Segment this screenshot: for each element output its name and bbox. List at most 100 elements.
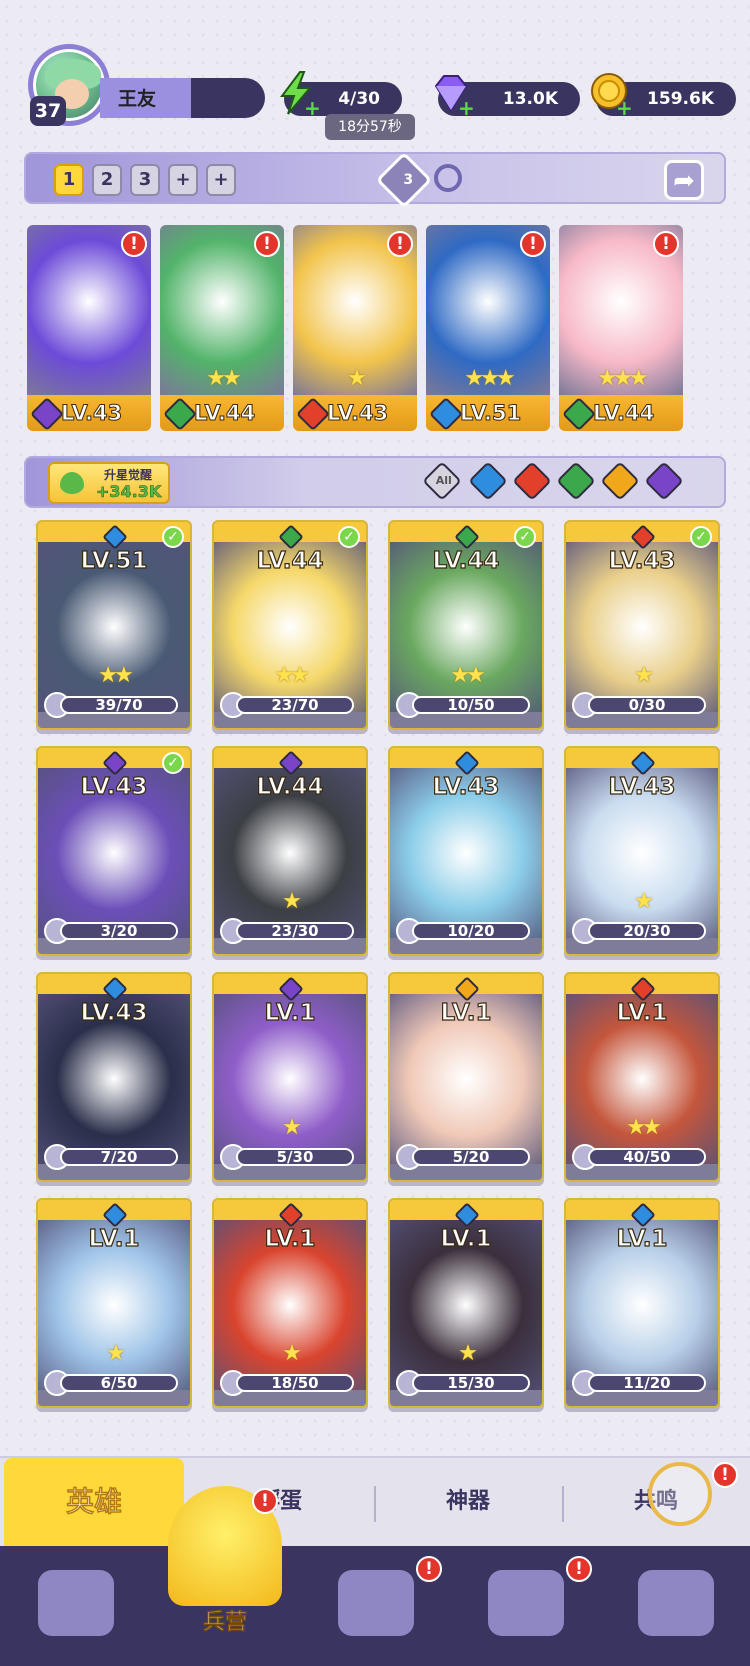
- hero-level: LV.1: [264, 1225, 316, 1252]
- hero-stars: ★: [634, 889, 654, 914]
- gold-resource[interactable]: + 159.6K: [591, 73, 736, 118]
- energy-timer: 18分57秒: [325, 114, 415, 140]
- hero-stars: ★★★: [597, 366, 648, 391]
- share-icon[interactable]: ➦: [664, 160, 704, 200]
- tab-divider: [562, 1486, 564, 1522]
- shard-progress-text: 5/30: [276, 1148, 314, 1166]
- checkmark-icon: ✓: [338, 526, 360, 548]
- shard-progress-text: 10/50: [447, 696, 495, 714]
- hero-level: LV.1: [264, 999, 316, 1026]
- energy-plus-icon[interactable]: +: [304, 98, 321, 118]
- hero-card[interactable]: ✓ LV.44 ★★ 10/50: [388, 520, 544, 730]
- energy-value: 4/30: [338, 89, 380, 109]
- team-gem-count: 3: [403, 172, 414, 188]
- hero-stars: ★★: [206, 366, 241, 391]
- tab-artifacts[interactable]: 神器: [378, 1458, 558, 1546]
- hero-stars: ★: [282, 1341, 302, 1366]
- filter-nature-icon[interactable]: [556, 461, 596, 501]
- hero-card[interactable]: ✓ LV.43 3/20: [36, 746, 192, 956]
- shard-progress-text: 6/50: [100, 1374, 138, 1392]
- filter-all[interactable]: All: [422, 461, 462, 501]
- shard-progress-text: 39/70: [95, 696, 143, 714]
- team-tab-add-1[interactable]: +: [168, 164, 198, 196]
- nav-mushroom[interactable]: [600, 1556, 750, 1656]
- shard-progress-text: 23/30: [271, 922, 319, 940]
- team-gem-badge[interactable]: 3: [375, 151, 433, 209]
- hero-level: LV.44: [592, 401, 655, 426]
- filter-light-icon[interactable]: [600, 461, 640, 501]
- hero-level: LV.43: [80, 773, 148, 800]
- alert-badge: !: [566, 1556, 592, 1582]
- shard-progress-text: 0/30: [628, 696, 666, 714]
- hero-card[interactable]: LV.43 10/20: [388, 746, 544, 956]
- hero-level: LV.43: [608, 773, 676, 800]
- hero-stars: ★: [282, 889, 302, 914]
- checkmark-icon: ✓: [690, 526, 712, 548]
- alert-badge: !: [387, 231, 413, 257]
- energy-resource[interactable]: + 4/30: [280, 71, 402, 118]
- hero-level: LV.43: [326, 401, 389, 426]
- hero-level: LV.1: [616, 999, 668, 1026]
- team-hero-card[interactable]: LV.44 ★★!: [160, 225, 284, 431]
- shard-progress-bar: 23/30: [236, 922, 354, 940]
- sub-tabs: 英雄 孵蛋 神器 共鸣: [0, 1456, 750, 1546]
- nav-barracks[interactable]: 兵营!: [150, 1486, 300, 1635]
- shard-progress-bar: 39/70: [60, 696, 178, 714]
- awaken-button[interactable]: 升星觉醒 +34.3K: [48, 462, 170, 504]
- filter-water-icon[interactable]: [468, 461, 508, 501]
- hero-level: LV.51: [80, 547, 148, 574]
- filter-bar: 升星觉醒 +34.3K All: [24, 456, 726, 508]
- shard-progress-bar: 3/20: [60, 922, 178, 940]
- team-tab-1[interactable]: 1: [54, 164, 84, 196]
- hero-card[interactable]: LV.1 ★ 5/30: [212, 972, 368, 1182]
- hero-card[interactable]: LV.1 ★ 6/50: [36, 1198, 192, 1408]
- shard-progress-bar: 10/20: [412, 922, 530, 940]
- nav-cards[interactable]: [0, 1556, 150, 1656]
- filter-dark-icon[interactable]: [644, 461, 684, 501]
- nav-castle[interactable]: !: [450, 1556, 600, 1656]
- team-tab-2[interactable]: 2: [92, 164, 122, 196]
- hero-stars: ★: [458, 1341, 478, 1366]
- hero-card[interactable]: LV.1 ★★ 40/50: [564, 972, 720, 1182]
- hero-card[interactable]: LV.44 ★ 23/30: [212, 746, 368, 956]
- team-tab-3[interactable]: 3: [130, 164, 160, 196]
- hero-stars: ★★: [274, 663, 309, 688]
- hero-card[interactable]: LV.1 5/20: [388, 972, 544, 1182]
- gem-resource[interactable]: + 13.0K: [434, 75, 580, 118]
- shard-progress-text: 5/20: [452, 1148, 490, 1166]
- hero-card[interactable]: LV.1 ★ 15/30: [388, 1198, 544, 1408]
- hero-card[interactable]: LV.43 ★ 20/30: [564, 746, 720, 956]
- team-tab-add-2[interactable]: +: [206, 164, 236, 196]
- team-hero-card[interactable]: LV.44 ★★★!: [559, 225, 683, 431]
- hero-stars: ★★: [98, 663, 133, 688]
- shard-progress-text: 23/70: [271, 696, 319, 714]
- gem-value: 13.0K: [502, 89, 558, 109]
- hero-level: LV.51: [459, 401, 522, 426]
- hero-card[interactable]: ✓ LV.43 ★ 0/30: [564, 520, 720, 730]
- awaken-value: +34.3K: [96, 482, 162, 502]
- team-hero-card[interactable]: LV.43 ★!: [293, 225, 417, 431]
- alert-badge: !: [254, 231, 280, 257]
- bottom-nav: 兵营!!!: [0, 1486, 750, 1666]
- hero-stars: ★: [634, 663, 654, 688]
- team-hero-card[interactable]: LV.43!: [27, 225, 151, 431]
- filter-all-label: All: [435, 474, 452, 488]
- hero-card[interactable]: LV.1 ★ 18/50: [212, 1198, 368, 1408]
- hero-level: LV.43: [60, 401, 123, 426]
- filter-fire-icon[interactable]: [512, 461, 552, 501]
- compass-icon[interactable]: [648, 1462, 712, 1526]
- gem-plus-icon[interactable]: +: [458, 98, 475, 118]
- hero-card[interactable]: LV.43 7/20: [36, 972, 192, 1182]
- magnifier-icon[interactable]: [434, 164, 462, 192]
- shard-progress-text: 15/30: [447, 1374, 495, 1392]
- team-hero-card[interactable]: LV.51 ★★★!: [426, 225, 550, 431]
- hero-level: LV.44: [432, 547, 500, 574]
- hero-card[interactable]: LV.1 11/20: [564, 1198, 720, 1408]
- hero-card[interactable]: ✓ LV.51 ★★ 39/70: [36, 520, 192, 730]
- nav-map[interactable]: !: [300, 1556, 450, 1656]
- shard-progress-text: 18/50: [271, 1374, 319, 1392]
- hero-card[interactable]: ✓ LV.44 ★★ 23/70: [212, 520, 368, 730]
- resonance-alert-badge: !: [712, 1462, 738, 1488]
- shard-progress-bar: 15/30: [412, 1374, 530, 1392]
- gold-plus-icon[interactable]: +: [616, 98, 633, 118]
